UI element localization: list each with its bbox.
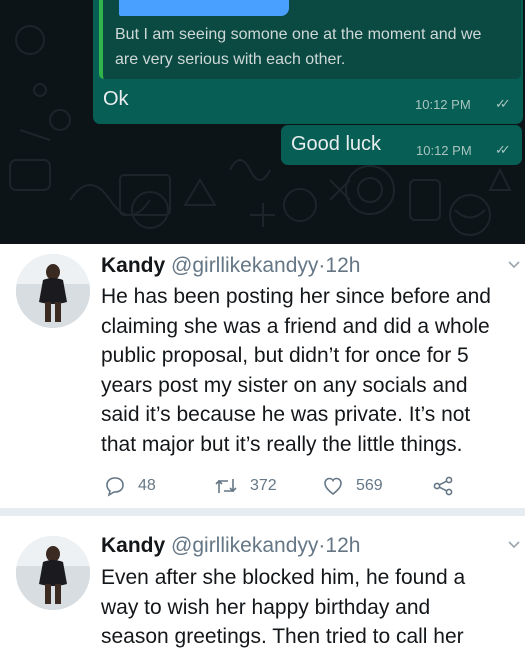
tweet-header: Kandy @girllikekandyy·12h <box>101 534 360 558</box>
tweet-header: Kandy @girllikekandyy·12h <box>101 254 360 278</box>
quoted-message[interactable]: But I am seeing somone one at the moment… <box>99 0 521 79</box>
author-handle[interactable]: @girllikekandyy <box>171 254 318 277</box>
tweet[interactable]: Kandy @girllikekandyy·12h He has been po… <box>0 244 525 508</box>
avatar-image <box>16 536 90 610</box>
avatar[interactable] <box>16 254 90 328</box>
reply-message-time: 10:12 PM <box>415 97 471 112</box>
outgoing-message-time: 10:12 PM <box>416 143 472 158</box>
outgoing-message-text: Good luck <box>291 133 382 155</box>
retweet-count: 372 <box>250 477 277 494</box>
read-receipt-icon: ✓✓ <box>495 142 511 157</box>
outgoing-message-bubble[interactable]: Good luck 10:12 PM ✓✓ <box>281 125 522 165</box>
read-receipt-icon: ✓✓ <box>495 96 511 111</box>
like-button[interactable]: 569 <box>322 474 383 498</box>
retweet-icon <box>215 479 237 493</box>
avatar-image <box>16 254 90 328</box>
tweet-divider <box>0 508 525 516</box>
like-count: 569 <box>356 477 383 494</box>
tweet-actions: 48 372 569 <box>104 474 464 500</box>
reply-icon <box>106 477 124 497</box>
share-icon <box>433 476 453 496</box>
reply-button[interactable]: 48 <box>104 474 156 498</box>
reply-message-text: Ok <box>103 88 129 110</box>
author-name[interactable]: Kandy <box>101 254 165 277</box>
chat-screenshot: But I am seeing somone one at the moment… <box>0 0 525 244</box>
tweet-text: He has been posting her since before and… <box>101 285 491 456</box>
reply-count: 48 <box>138 477 156 494</box>
author-name[interactable]: Kandy <box>101 534 165 557</box>
tweet-age[interactable]: 12h <box>325 254 360 277</box>
avatar[interactable] <box>16 536 90 610</box>
heart-icon <box>324 477 342 496</box>
tweet-age[interactable]: 12h <box>325 534 360 557</box>
tweet[interactable]: Kandy @girllikekandyy·12h Even after she… <box>0 516 525 660</box>
incoming-reply-bubble[interactable]: But I am seeing somone one at the moment… <box>93 0 523 124</box>
redacted-quote-author <box>119 0 289 16</box>
tweet-text: Even after she blocked him, he found a w… <box>101 566 466 648</box>
quoted-message-text: But I am seeing somone one at the moment… <box>115 26 482 68</box>
author-handle[interactable]: @girllikekandyy <box>171 534 318 557</box>
share-button[interactable] <box>432 474 466 498</box>
retweet-button[interactable]: 372 <box>214 474 277 498</box>
chevron-down-icon[interactable] <box>507 258 521 272</box>
chevron-down-icon[interactable] <box>507 538 521 552</box>
